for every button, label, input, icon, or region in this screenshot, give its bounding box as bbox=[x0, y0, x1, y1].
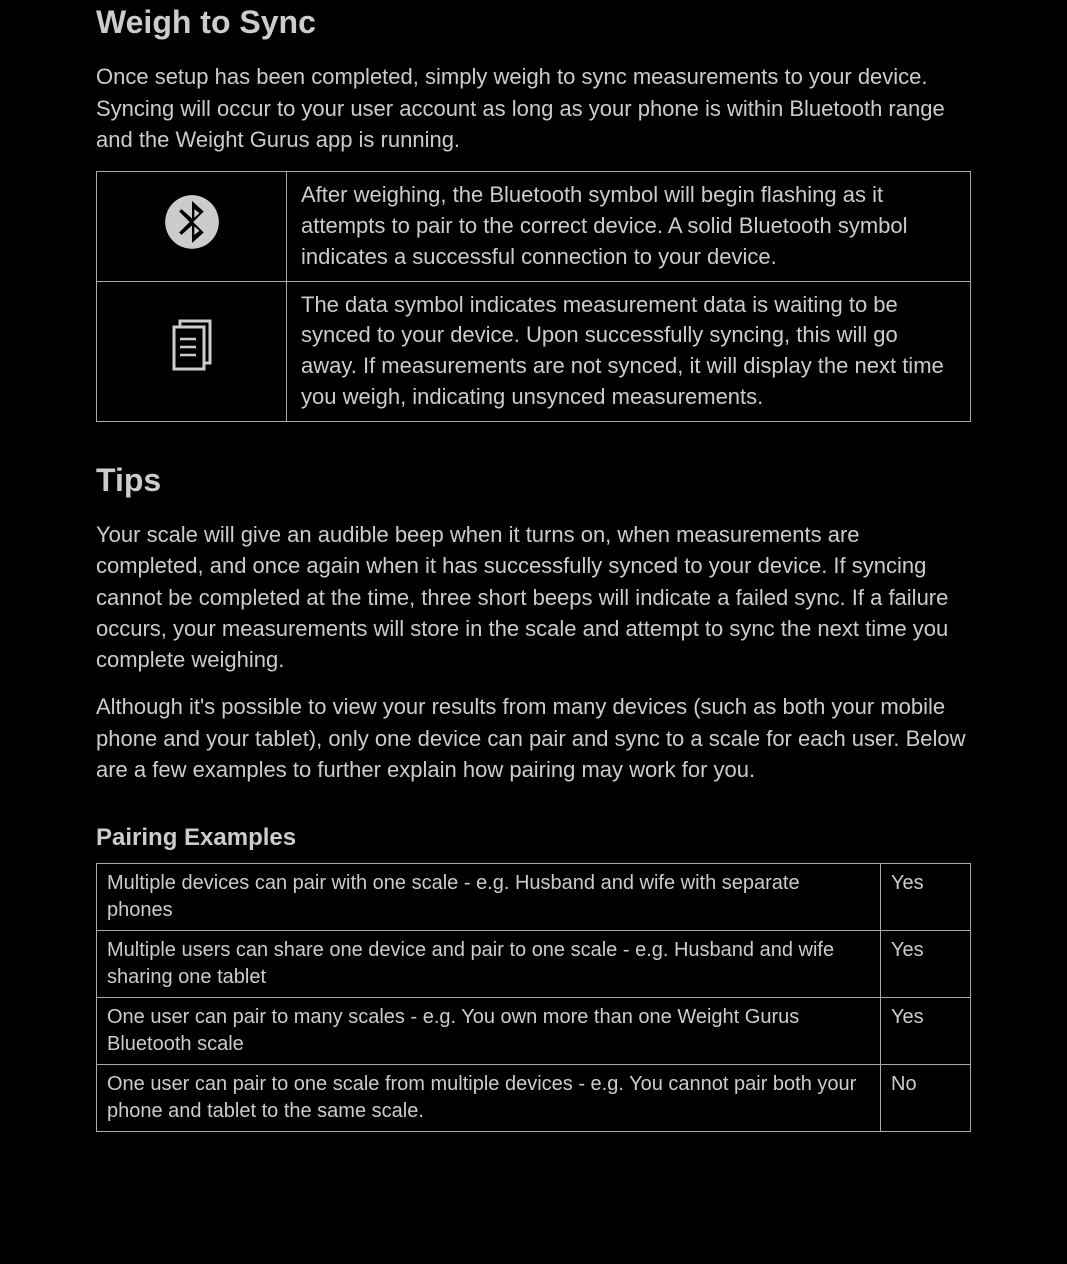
pairing-answer: No bbox=[881, 1065, 971, 1132]
table-row: One user can pair to one scale from mult… bbox=[97, 1065, 971, 1132]
pairing-examples-heading: Pairing Examples bbox=[96, 821, 971, 855]
tips-para2: Although it's possible to view your resu… bbox=[96, 691, 971, 785]
table-row: The data symbol indicates measurement da… bbox=[97, 281, 971, 421]
table-row: Multiple devices can pair with one scale… bbox=[97, 864, 971, 931]
pairing-answer: Yes bbox=[881, 998, 971, 1065]
weigh-to-sync-intro: Once setup has been completed, simply we… bbox=[96, 61, 971, 155]
document-icon-cell bbox=[97, 281, 287, 421]
bluetooth-description: After weighing, the Bluetooth symbol wil… bbox=[287, 172, 971, 281]
document-icon bbox=[168, 317, 216, 386]
bluetooth-icon-cell bbox=[97, 172, 287, 281]
table-row: After weighing, the Bluetooth symbol wil… bbox=[97, 172, 971, 281]
weigh-to-sync-heading: Weigh to Sync bbox=[96, 0, 971, 45]
pairing-answer: Yes bbox=[881, 931, 971, 998]
bluetooth-icon bbox=[164, 194, 220, 259]
table-row: One user can pair to many scales - e.g. … bbox=[97, 998, 971, 1065]
pairing-desc: One user can pair to one scale from mult… bbox=[97, 1065, 881, 1132]
pairing-desc: Multiple devices can pair with one scale… bbox=[97, 864, 881, 931]
document-description: The data symbol indicates measurement da… bbox=[287, 281, 971, 421]
pairing-answer: Yes bbox=[881, 864, 971, 931]
pairing-examples-table: Multiple devices can pair with one scale… bbox=[96, 863, 971, 1132]
pairing-desc: Multiple users can share one device and … bbox=[97, 931, 881, 998]
tips-para1: Your scale will give an audible beep whe… bbox=[96, 519, 971, 675]
pairing-desc: One user can pair to many scales - e.g. … bbox=[97, 998, 881, 1065]
icon-description-table: After weighing, the Bluetooth symbol wil… bbox=[96, 171, 971, 422]
table-row: Multiple users can share one device and … bbox=[97, 931, 971, 998]
tips-heading: Tips bbox=[96, 458, 971, 503]
